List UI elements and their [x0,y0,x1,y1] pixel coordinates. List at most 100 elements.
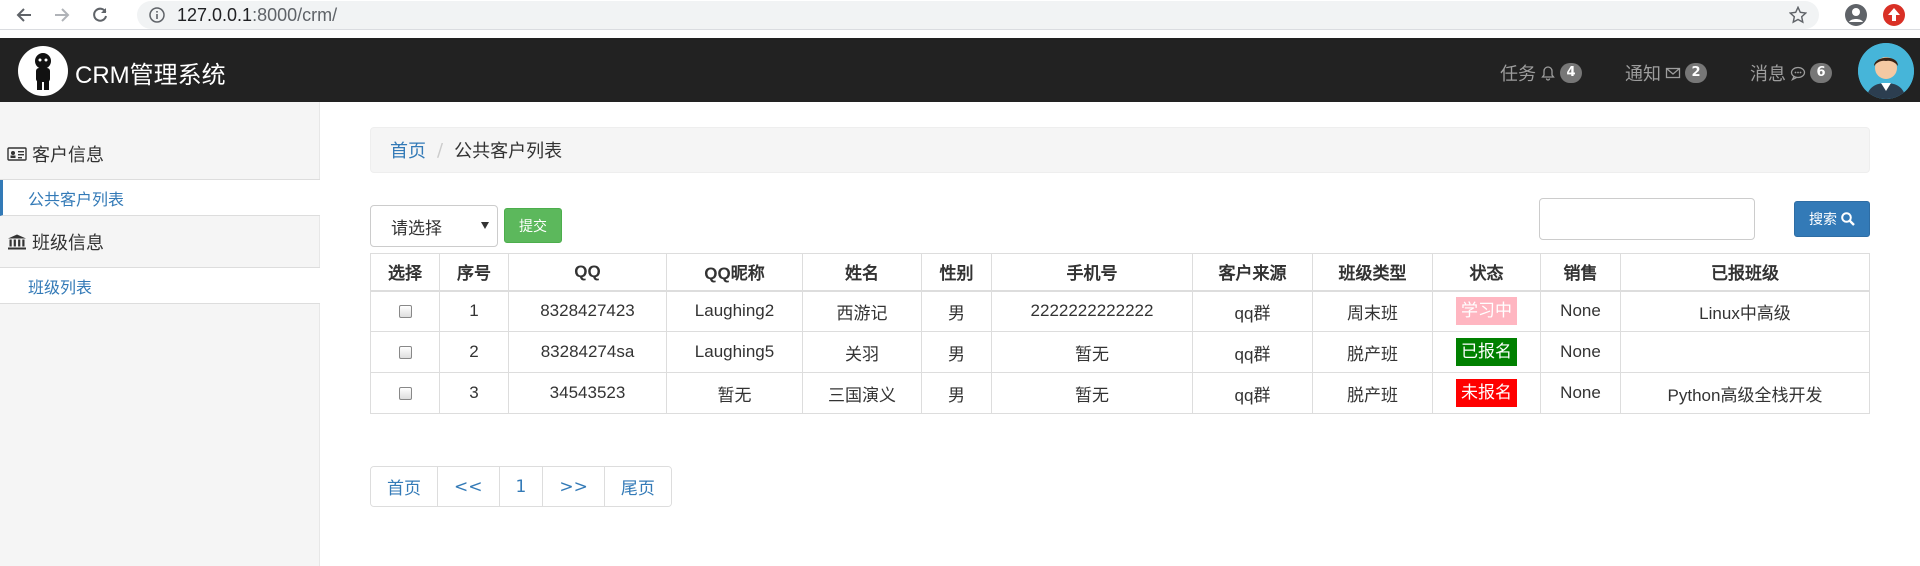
row-checkbox[interactable] [398,387,412,401]
cell-sales: None [1540,331,1621,373]
search-button-label: 搜索 [1809,212,1837,228]
id-card-icon [7,146,27,161]
col-nickname: QQ昵称 [666,253,803,292]
status-badge: 未报名 [1456,379,1517,407]
status-badge: 已报名 [1456,338,1517,366]
cell-source: qq群 [1192,372,1313,414]
col-enrolled: 已报班级 [1620,253,1870,292]
cell-qq: 83284274sa [508,331,667,373]
table-row: 1 8328427423 Laughing2 西游记 男 22222222222… [370,290,1870,332]
table-row: 2 83284274sa Laughing5 关羽 男 暂无 qq群 脱产班 已… [370,331,1870,373]
cell-phone: 暂无 [991,331,1193,373]
sidebar-group-class[interactable]: 班级信息 [0,216,320,268]
cell-source: qq群 [1192,290,1313,332]
row-select-cell [370,331,440,373]
reload-button[interactable] [86,1,114,29]
cell-status: 已报名 [1432,331,1541,373]
breadcrumb: 首页 / 公共客户列表 [370,127,1870,173]
forward-button[interactable] [48,1,76,29]
account-icon[interactable] [1844,3,1868,27]
customer-table: 选择 序号 QQ QQ昵称 姓名 性别 手机号 客户来源 班级类型 状态 销售 … [370,253,1870,414]
arrow-right-icon [55,7,70,22]
cell-name: 关羽 [802,331,922,373]
nav-messages-label: 消息 [1750,64,1786,85]
search-icon [1841,212,1855,226]
brand-title[interactable]: CRM管理系统 [75,55,226,90]
col-name: 姓名 [802,253,922,292]
sidebar-group-class-label: 班级信息 [32,232,104,254]
action-select[interactable]: 请选择 [370,205,498,247]
cell-sales: None [1540,372,1621,414]
sidebar-group-customer[interactable]: 客户信息 [0,128,320,180]
cell-source: qq群 [1192,331,1313,373]
user-avatar[interactable] [1858,43,1914,99]
sidebar-item-label: 班级列表 [28,277,93,297]
cell-gender: 男 [921,372,992,414]
col-class-type: 班级类型 [1312,253,1433,292]
page-prev[interactable]: << [438,467,500,506]
update-icon[interactable] [1882,3,1906,27]
bookmark-star-icon[interactable] [1789,6,1807,24]
cell-index: 2 [439,331,509,373]
sidebar-item-public-customers[interactable]: 公共客户列表 [0,180,320,216]
info-icon [149,7,165,23]
cell-gender: 男 [921,331,992,373]
nav-notifications[interactable]: 通知 2 [1625,60,1707,86]
search-button[interactable]: 搜索 [1794,201,1870,237]
logo-icon [18,46,68,96]
url-path: :8000/crm/ [252,4,338,25]
cell-status: 未报名 [1432,372,1541,414]
sidebar-group-customer-label: 客户信息 [32,144,104,166]
cell-nickname: 暂无 [666,372,803,414]
browser-actions [1844,0,1920,30]
page-first[interactable]: 首页 [371,467,438,506]
cell-nickname: Laughing2 [666,290,803,332]
bank-icon [8,234,26,249]
col-phone: 手机号 [991,253,1193,292]
bell-icon [1541,66,1555,81]
col-sales: 销售 [1540,253,1621,292]
page-number[interactable]: 1 [499,467,544,506]
submit-button[interactable]: 提交 [504,208,562,243]
nav-tasks[interactable]: 任务 4 [1500,60,1582,86]
messages-badge: 6 [1810,63,1832,83]
col-status: 状态 [1432,253,1541,292]
row-checkbox[interactable] [398,346,412,360]
sidebar-item-class-list[interactable]: 班级列表 [0,268,320,304]
table-row: 3 34543523 暂无 三国演义 男 暂无 qq群 脱产班 未报名 None… [370,372,1870,414]
cell-name: 三国演义 [802,372,922,414]
col-qq: QQ [508,253,667,292]
status-badge: 学习中 [1456,297,1517,326]
sidebar-item-label: 公共客户列表 [28,189,125,209]
cell-class-type: 脱产班 [1312,331,1433,373]
arrow-left-icon [16,7,31,22]
sidebar: 客户信息 公共客户列表 班级信息 班级列表 [0,102,320,566]
cell-enrolled [1620,331,1870,373]
breadcrumb-current: 公共客户列表 [454,141,563,162]
url-text: 127.0.0.1:8000/crm/ [177,5,337,26]
cell-gender: 男 [921,290,992,332]
breadcrumb-separator: / [437,139,444,161]
top-navbar: CRM管理系统 任务 4 通知 2 消息 6 [0,38,1920,102]
nav-messages[interactable]: 消息 6 [1750,60,1832,86]
col-source: 客户来源 [1192,253,1313,292]
cell-name: 西游记 [802,290,922,332]
cell-index: 1 [439,290,509,332]
pagination: 首页 << 1 >> 尾页 [370,466,672,507]
page-next[interactable]: >> [543,467,605,506]
cell-enrolled: Linux中高级 [1620,290,1870,332]
back-button[interactable] [10,1,38,29]
search-input[interactable] [1539,198,1755,240]
breadcrumb-home-link[interactable]: 首页 [390,137,426,163]
cell-sales: None [1540,290,1621,332]
cell-qq: 8328427423 [508,290,667,332]
notifications-badge: 2 [1685,63,1707,83]
address-bar[interactable]: 127.0.0.1:8000/crm/ [137,1,1819,29]
nav-tasks-label: 任务 [1500,64,1536,85]
caret-down-icon [481,222,489,229]
cell-enrolled: Python高级全栈开发 [1620,372,1870,414]
row-checkbox[interactable] [398,305,412,319]
page-last[interactable]: 尾页 [604,467,671,506]
envelope-icon [1665,67,1681,79]
action-select-value: 请选择 [391,218,442,239]
